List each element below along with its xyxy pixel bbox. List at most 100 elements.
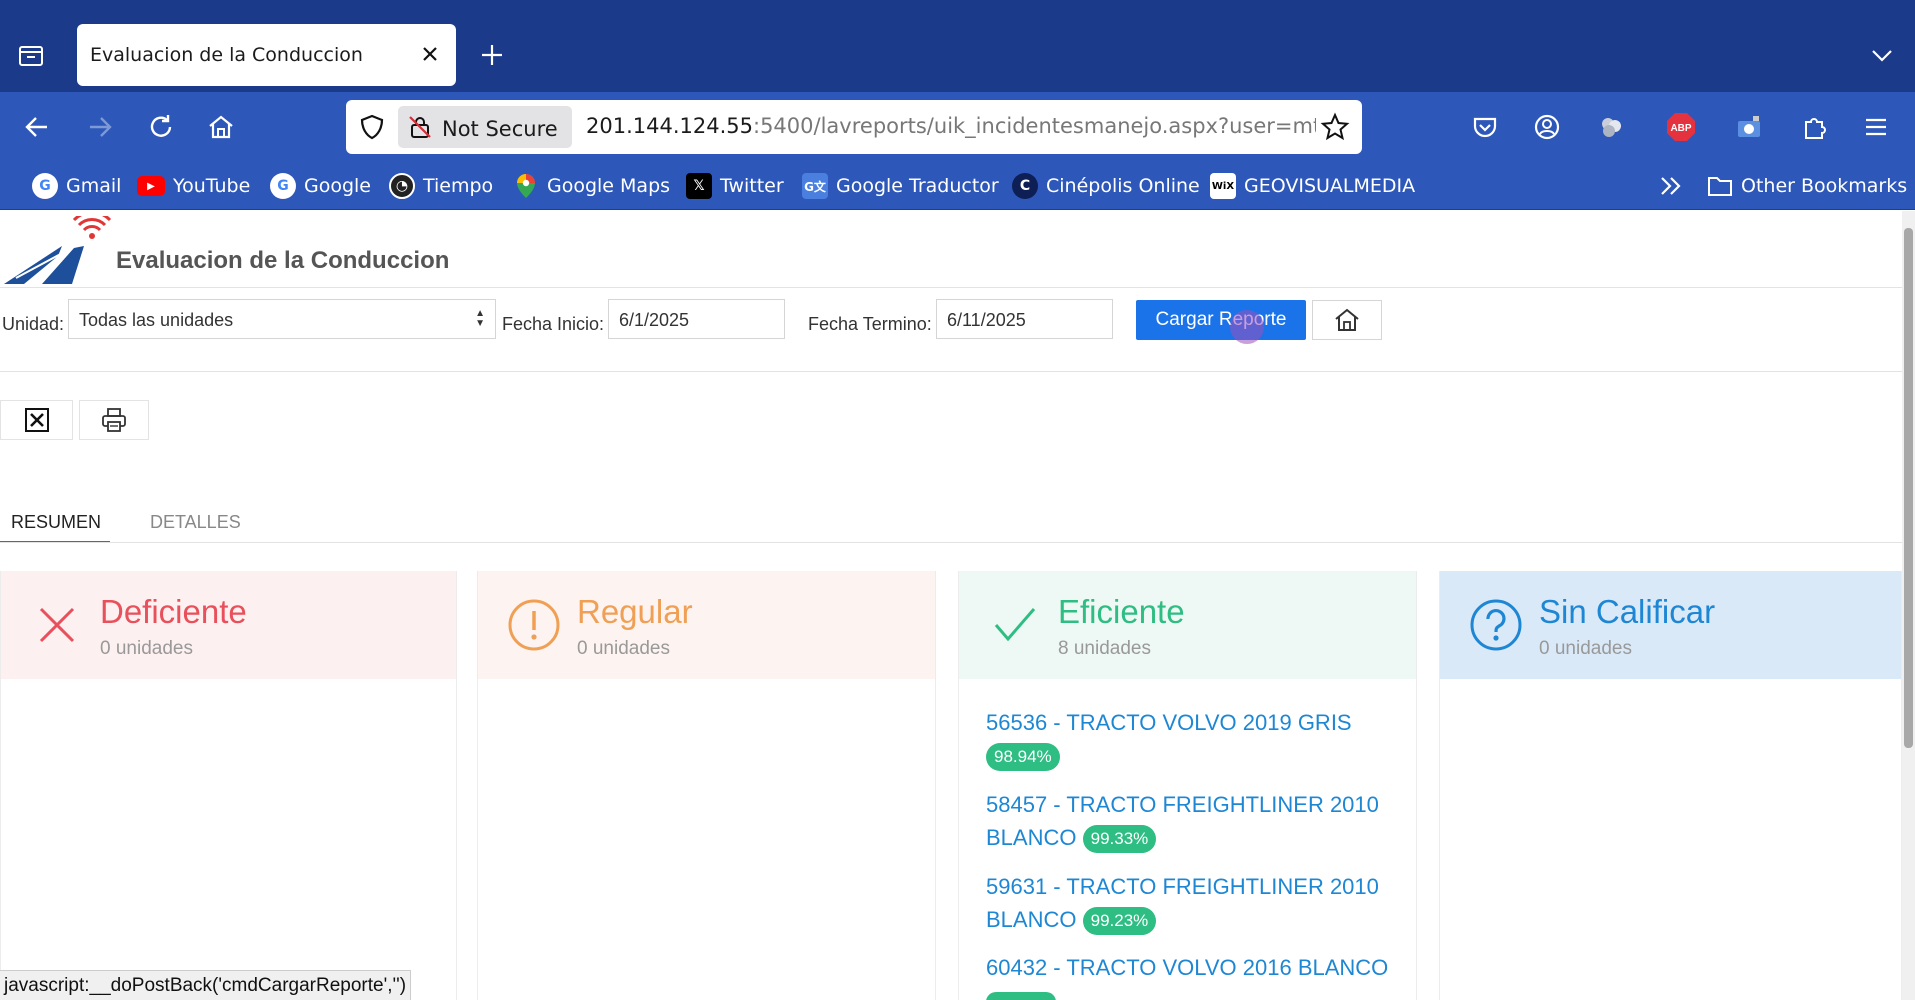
bookmark-label: Twitter xyxy=(720,175,784,197)
back-arrow-icon[interactable] xyxy=(16,106,58,148)
home-icon[interactable] xyxy=(200,106,242,148)
account-icon[interactable] xyxy=(1526,106,1568,148)
pocket-icon[interactable] xyxy=(1464,106,1506,148)
browser-tab-active[interactable]: Evaluacion de la Conduccion xyxy=(77,24,456,86)
other-bookmarks[interactable]: Other Bookmarks xyxy=(1707,172,1907,200)
bookmark-star-icon[interactable] xyxy=(1320,112,1350,142)
shield-icon[interactable] xyxy=(358,113,386,141)
vehicle-item[interactable]: 60432 - TRACTO VOLVO 2016 BLANCO xyxy=(986,951,1396,1000)
bookmark-tiempo[interactable]: ◔ Tiempo xyxy=(389,172,493,200)
extensions-puzzle-icon[interactable] xyxy=(1794,106,1836,148)
score-badge xyxy=(986,992,1056,1000)
bookmark-google-maps[interactable]: Google Maps xyxy=(513,172,670,200)
card-header: Sin Calificar 0 unidades xyxy=(1440,571,1901,679)
fecha-termino-input[interactable]: 6/11/2025 xyxy=(936,299,1113,339)
mouse-cursor xyxy=(1230,310,1264,344)
adblock-label: ABP xyxy=(1670,123,1691,134)
export-excel-button[interactable] xyxy=(0,400,73,440)
vehicle-link[interactable]: 58457 - TRACTO FREIGHTLINER 2010 BLANCO xyxy=(986,792,1379,850)
card-title: Sin Calificar xyxy=(1539,593,1716,630)
tab-detalles[interactable]: DETALLES xyxy=(150,512,241,533)
bookmark-gmail[interactable]: G Gmail xyxy=(32,172,121,200)
print-button[interactable] xyxy=(79,400,149,440)
card-title: Deficiente xyxy=(100,593,247,630)
exclamation-circle-icon xyxy=(506,597,562,653)
bookmark-label: GEOVISUALMEDIA xyxy=(1244,175,1416,197)
home-icon xyxy=(1335,308,1359,331)
fecha-termino-label: Fecha Termino: xyxy=(808,314,932,334)
select-arrows-icon: ▲ ▼ xyxy=(475,308,485,329)
bookmarks-overflow-icon[interactable] xyxy=(1658,172,1684,200)
home-button[interactable] xyxy=(1312,300,1382,340)
bookmark-youtube[interactable]: ▶ YouTube xyxy=(137,172,250,200)
screen-capture-extension-icon[interactable] xyxy=(1728,106,1770,148)
score-badge: 99.23% xyxy=(1082,907,1157,936)
tab-title: Evaluacion de la Conduccion xyxy=(90,44,363,66)
chevron-down-icon[interactable] xyxy=(1865,38,1899,72)
folder-icon xyxy=(1707,173,1733,199)
vehicle-link[interactable]: 60432 - TRACTO VOLVO 2016 BLANCO xyxy=(986,951,1396,984)
printer-icon xyxy=(102,408,126,432)
url-text[interactable]: 201.144.124.55:5400/lavreports/uik_incid… xyxy=(586,114,1316,138)
bookmark-label: YouTube xyxy=(173,175,251,197)
cargar-reporte-button[interactable]: Cargar Reporte xyxy=(1136,300,1306,340)
card-deficiente: Deficiente 0 unidades xyxy=(0,571,457,1000)
divider xyxy=(0,287,1902,288)
menu-hamburger-icon[interactable] xyxy=(1855,106,1897,148)
card-count: 0 unidades xyxy=(100,638,193,659)
new-tab-icon[interactable] xyxy=(475,38,509,72)
youtube-icon: ▶ xyxy=(137,176,165,196)
divider xyxy=(0,371,1902,372)
bookmark-label: Gmail xyxy=(66,175,122,197)
tab-list-icon[interactable] xyxy=(14,38,48,72)
vehicle-item[interactable]: 56536 - TRACTO VOLVO 2019 GRIS 98.94% xyxy=(986,706,1396,772)
google-icon: G xyxy=(32,173,58,199)
bookmark-geovisualmedia[interactable]: WiX GEOVISUALMEDIA xyxy=(1210,172,1415,200)
extension-blob-icon[interactable] xyxy=(1590,106,1632,148)
bookmark-twitter[interactable]: 𝕏 Twitter xyxy=(686,172,784,200)
adblock-plus-icon[interactable]: ABP xyxy=(1660,106,1702,148)
company-logo xyxy=(2,211,112,286)
card-regular: Regular 0 unidades xyxy=(477,571,936,1000)
vehicle-item[interactable]: 58457 - TRACTO FREIGHTLINER 2010 BLANCO … xyxy=(986,788,1396,854)
card-sin-calificar: Sin Calificar 0 unidades xyxy=(1439,571,1902,1000)
browser-tab-bar: Evaluacion de la Conduccion xyxy=(0,0,1915,92)
divider xyxy=(0,542,1902,543)
google-icon: G xyxy=(270,173,296,199)
url-path: :5400/lavreports/uik_incidentesmanejo.as… xyxy=(753,114,1316,138)
reload-icon[interactable] xyxy=(140,106,182,148)
x-mark-icon xyxy=(29,597,85,653)
close-tab-icon[interactable] xyxy=(416,40,444,68)
fecha-inicio-input[interactable]: 6/1/2025 xyxy=(608,299,785,339)
unidad-select[interactable]: Todas las unidades ▲ ▼ xyxy=(68,299,496,339)
cinepolis-icon: C xyxy=(1012,173,1038,199)
insecure-lock-icon xyxy=(408,115,432,139)
bookmark-google-traductor[interactable]: G文 Google Traductor xyxy=(802,172,999,200)
vehicle-link[interactable]: 59631 - TRACTO FREIGHTLINER 2010 BLANCO xyxy=(986,874,1379,932)
card-title: Eficiente xyxy=(1058,593,1185,630)
bookmark-google[interactable]: G Google xyxy=(270,172,371,200)
forward-arrow-icon[interactable] xyxy=(79,106,121,148)
bookmark-label: Google xyxy=(304,175,372,197)
browser-nav-bar: Not Secure 201.144.124.55:5400/lavreport… xyxy=(0,92,1915,162)
card-count: 0 unidades xyxy=(1539,638,1632,659)
tiempo-icon: ◔ xyxy=(389,173,415,199)
tab-resumen[interactable]: RESUMEN xyxy=(11,512,101,533)
bookmark-label: Google Traductor xyxy=(836,175,999,197)
excel-icon xyxy=(24,408,49,432)
bookmark-label: Cinépolis Online xyxy=(1046,175,1200,197)
score-badge: 99.33% xyxy=(1082,825,1157,854)
card-header: Regular 0 unidades xyxy=(478,571,935,679)
not-secure-badge[interactable]: Not Secure xyxy=(398,106,572,148)
vehicle-link[interactable]: 56536 - TRACTO VOLVO 2019 GRIS xyxy=(986,706,1396,739)
unidad-label: Unidad: xyxy=(2,314,65,334)
other-bookmarks-label: Other Bookmarks xyxy=(1741,175,1908,197)
vehicle-item[interactable]: 59631 - TRACTO FREIGHTLINER 2010 BLANCO … xyxy=(986,870,1396,936)
scrollbar-thumb[interactable] xyxy=(1904,228,1913,748)
address-bar[interactable]: Not Secure 201.144.124.55:5400/lavreport… xyxy=(346,100,1362,154)
not-secure-label: Not Secure xyxy=(442,117,558,141)
card-header: Deficiente 0 unidades xyxy=(1,571,456,679)
page-title: Evaluacion de la Conduccion xyxy=(116,247,450,274)
bookmark-cinepolis[interactable]: C Cinépolis Online xyxy=(1012,172,1200,200)
fecha-inicio-label: Fecha Inicio: xyxy=(502,314,605,334)
